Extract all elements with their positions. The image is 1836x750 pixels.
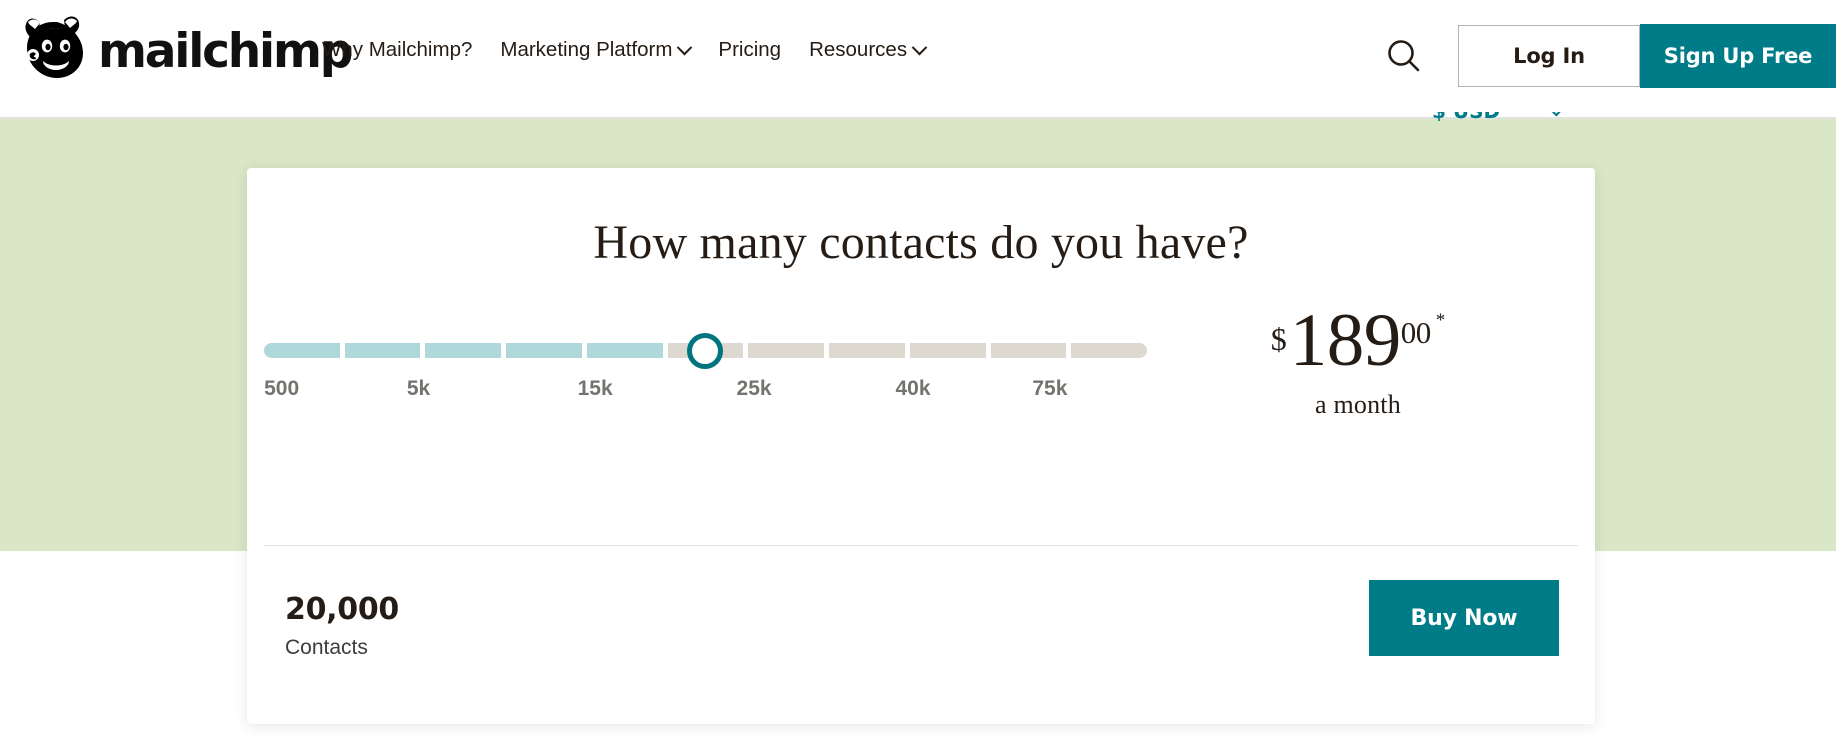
- nav-item-why-mailchimp[interactable]: Why Mailchimp?: [322, 40, 486, 61]
- buy-now-button[interactable]: Buy Now: [1369, 580, 1559, 656]
- slider-segment: [506, 343, 582, 358]
- contacts-summary: 20,000 Contacts: [285, 595, 399, 658]
- card-footer: 20,000 Contacts Buy Now: [247, 546, 1595, 724]
- main-nav: Why Mailchimp? Marketing Platform Pricin…: [322, 40, 939, 61]
- price-display: $ 189 00 * a month: [1193, 303, 1523, 420]
- slider-tick-15k: 15k: [578, 378, 613, 399]
- nav-item-pricing[interactable]: Pricing: [704, 40, 795, 61]
- price-currency-symbol: $: [1271, 323, 1287, 355]
- slider-handle[interactable]: [687, 333, 723, 369]
- brand-wordmark: mailchimp: [98, 28, 351, 75]
- slider-tick-500: 500: [264, 378, 299, 399]
- slider-segment: [587, 343, 663, 358]
- slider-segment: [748, 343, 824, 358]
- nav-item-resources[interactable]: Resources: [795, 40, 939, 61]
- contacts-label: Contacts: [285, 637, 399, 658]
- signup-free-button[interactable]: Sign Up Free: [1640, 24, 1836, 88]
- slider-segment: [425, 343, 501, 358]
- contacts-count: 20,000: [285, 595, 399, 625]
- header-actions: Log In Sign Up Free: [1372, 0, 1836, 112]
- slider-tick-labels: 500 5k 15k 25k 40k 75k: [264, 378, 1147, 408]
- slider-segment: [345, 343, 421, 358]
- site-header: mailchimp Why Mailchimp? Marketing Platf…: [0, 0, 1836, 112]
- price-whole: 189: [1290, 303, 1401, 378]
- slider-segment: [1071, 343, 1147, 358]
- slider-segment: [910, 343, 986, 358]
- search-button[interactable]: [1372, 24, 1436, 88]
- login-button-label: Log In: [1513, 44, 1585, 68]
- price-cents: 00: [1401, 317, 1431, 348]
- card-title: How many contacts do you have?: [247, 215, 1595, 270]
- slider-tick-75k: 75k: [1032, 378, 1067, 399]
- slider-segment: [991, 343, 1067, 358]
- price-asterisk: *: [1436, 311, 1446, 330]
- contacts-slider[interactable]: 500 5k 15k 25k 40k 75k: [264, 326, 1164, 436]
- chevron-down-icon: [912, 40, 928, 56]
- nav-label-why-mailchimp: Why Mailchimp?: [322, 40, 472, 61]
- pricing-page: mailchimp Why Mailchimp? Marketing Platf…: [0, 0, 1836, 750]
- nav-label-marketing-platform: Marketing Platform: [500, 40, 672, 61]
- slider-segment: [829, 343, 905, 358]
- chevron-down-icon: [677, 40, 693, 56]
- price-row: $ 189 00 *: [1193, 303, 1523, 378]
- slider-tick-40k: 40k: [895, 378, 930, 399]
- nav-label-resources: Resources: [809, 40, 907, 61]
- slider-tick-25k: 25k: [737, 378, 772, 399]
- price-period: a month: [1193, 390, 1523, 420]
- buy-now-button-label: Buy Now: [1411, 606, 1518, 631]
- mailchimp-monkey-logo-icon: [20, 8, 92, 94]
- slider-segment: [264, 343, 340, 358]
- signup-button-label: Sign Up Free: [1664, 44, 1812, 68]
- nav-label-pricing: Pricing: [718, 40, 781, 61]
- mailchimp-logo[interactable]: mailchimp: [20, 8, 351, 94]
- login-button[interactable]: Log In: [1458, 25, 1640, 87]
- nav-item-marketing-platform[interactable]: Marketing Platform: [486, 40, 704, 61]
- search-icon: [1384, 36, 1424, 76]
- slider-tick-5k: 5k: [407, 378, 430, 399]
- pricing-calculator-card: How many contacts do you have? 500 5k: [247, 168, 1595, 724]
